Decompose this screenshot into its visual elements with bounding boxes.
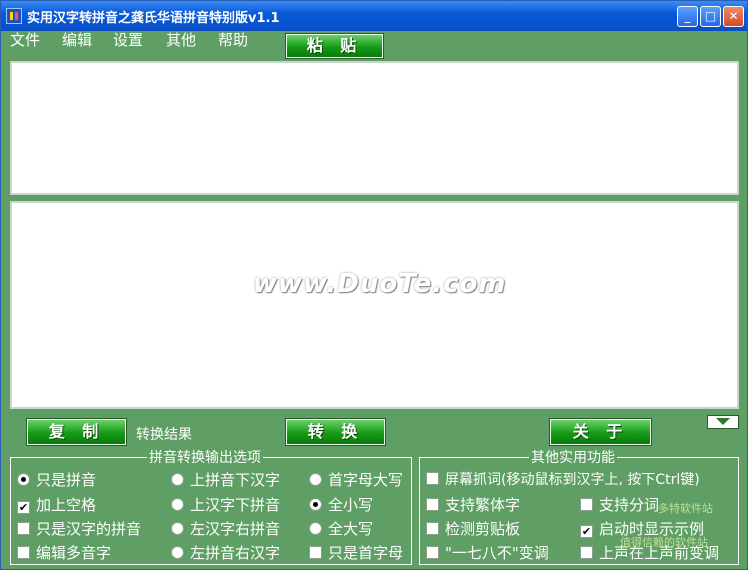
option-split-words[interactable]: 支持分词 <box>580 496 659 514</box>
checkbox-checked-icon[interactable]: ✔ <box>580 525 593 538</box>
option-pinyin-above[interactable]: 上拼音下汉字 <box>171 471 280 489</box>
option-all-upper[interactable]: 全大写 <box>309 520 373 538</box>
menu-help[interactable]: 帮助 <box>218 31 248 49</box>
checkbox-checked-icon[interactable]: ✔ <box>17 501 30 514</box>
output-options-group: 拼音转换输出选项 只是拼音 ✔ 加上空格 只是汉字的拼音 编辑多音字 上拼音下汉字… <box>10 447 412 565</box>
radio-icon[interactable] <box>171 546 184 559</box>
option-label: 支持分词 <box>599 496 660 514</box>
output-textarea[interactable] <box>10 201 739 409</box>
menu-edit[interactable]: 编辑 <box>62 31 92 49</box>
option-label: 左拼音右汉字 <box>190 544 281 562</box>
radio-icon[interactable] <box>309 522 322 535</box>
paste-button[interactable]: 粘 贴 <box>285 33 384 59</box>
checkbox-icon[interactable] <box>426 498 439 511</box>
title-bar[interactable]: 实用汉字转拼音之龚氏华语拼音特别版v1.1 _ □ ✕ <box>1 1 747 31</box>
checkbox-icon[interactable] <box>426 472 439 485</box>
option-edit-polyphone[interactable]: 编辑多音字 <box>17 544 111 562</box>
option-pinyin-only[interactable]: 只是拼音 <box>17 471 96 489</box>
option-label: 全小写 <box>328 496 374 514</box>
option-capitalize-first[interactable]: 首字母大写 <box>309 471 403 489</box>
about-button[interactable]: 关 于 <box>549 418 652 446</box>
checkbox-icon[interactable] <box>17 522 30 535</box>
option-add-space[interactable]: ✔ 加上空格 <box>17 496 96 514</box>
watermark-text: www.DuoTe.com <box>253 269 507 299</box>
option-label: 检测剪贴板 <box>445 520 521 538</box>
menu-settings[interactable]: 设置 <box>113 31 143 49</box>
input-textarea[interactable] <box>10 61 739 195</box>
close-button[interactable]: ✕ <box>723 6 744 27</box>
option-clipboard[interactable]: 检测剪贴板 <box>426 520 520 538</box>
option-hanzi-pinyin-only[interactable]: 只是汉字的拼音 <box>17 520 141 538</box>
option-label: 只是拼音 <box>36 471 97 489</box>
utility-group: 其他实用功能 屏幕抓词(移动鼠标到汉字上, 按下Ctrl键) 支持繁体字 支持分… <box>419 447 739 565</box>
option-label: 加上空格 <box>36 496 97 514</box>
checkbox-icon[interactable] <box>580 498 593 511</box>
radio-icon[interactable] <box>309 473 322 486</box>
option-screen-capture[interactable]: 屏幕抓词(移动鼠标到汉字上, 按下Ctrl键) <box>426 471 700 489</box>
checkbox-icon[interactable] <box>17 546 30 559</box>
app-icon[interactable] <box>6 8 22 24</box>
checkbox-icon[interactable] <box>309 546 322 559</box>
option-label: 左汉字右拼音 <box>190 520 281 538</box>
option-label: 全大写 <box>328 520 374 538</box>
option-label: "一七八不"变调 <box>445 544 549 562</box>
radio-icon[interactable] <box>171 473 184 486</box>
option-hanzi-above[interactable]: 上汉字下拼音 <box>171 496 280 514</box>
window-title: 实用汉字转拼音之龚氏华语拼音特别版v1.1 <box>27 11 280 26</box>
output-options-title: 拼音转换输出选项 <box>147 447 263 467</box>
minimize-button[interactable]: _ <box>677 6 698 27</box>
option-label: 上汉字下拼音 <box>190 496 281 514</box>
option-hanzi-left[interactable]: 左汉字右拼音 <box>171 520 280 538</box>
option-initials-only[interactable]: 只是首字母 <box>309 544 403 562</box>
radio-selected-icon[interactable] <box>17 473 30 486</box>
option-label: 支持繁体字 <box>445 496 521 514</box>
option-label: 上拼音下汉字 <box>190 471 281 489</box>
copy-button[interactable]: 复 制 <box>26 418 127 446</box>
checkbox-icon[interactable] <box>426 522 439 535</box>
option-label: 编辑多音字 <box>36 544 112 562</box>
option-tone-yi[interactable]: "一七八不"变调 <box>426 544 549 562</box>
option-all-lower[interactable]: 全小写 <box>309 496 373 514</box>
option-traditional[interactable]: 支持繁体字 <box>426 496 520 514</box>
menu-other[interactable]: 其他 <box>166 31 196 49</box>
option-label: 首字母大写 <box>328 471 404 489</box>
watermark-corner: 多特软件站 <box>658 502 713 515</box>
radio-icon[interactable] <box>171 522 184 535</box>
utility-title: 其他实用功能 <box>529 447 617 467</box>
checkbox-icon[interactable] <box>426 546 439 559</box>
result-label: 转换结果 <box>136 427 192 443</box>
option-pinyin-left[interactable]: 左拼音右汉字 <box>171 544 280 562</box>
option-label: 只是汉字的拼音 <box>36 520 142 538</box>
maximize-button[interactable]: □ <box>700 6 721 27</box>
app-window: 实用汉字转拼音之龚氏华语拼音特别版v1.1 _ □ ✕ 文件 编辑 设置 其他 … <box>0 0 748 570</box>
radio-icon[interactable] <box>171 498 184 511</box>
checkbox-icon[interactable] <box>580 546 593 559</box>
menu-file[interactable]: 文件 <box>10 31 40 49</box>
watermark-corner-sub: 值得信赖的软件站 <box>620 536 708 549</box>
option-label: 屏幕抓词(移动鼠标到汉字上, 按下Ctrl键) <box>445 472 700 488</box>
collapse-dropdown-icon[interactable] <box>707 415 739 429</box>
radio-selected-icon[interactable] <box>309 498 322 511</box>
option-label: 只是首字母 <box>328 544 404 562</box>
convert-button[interactable]: 转 换 <box>285 418 386 446</box>
